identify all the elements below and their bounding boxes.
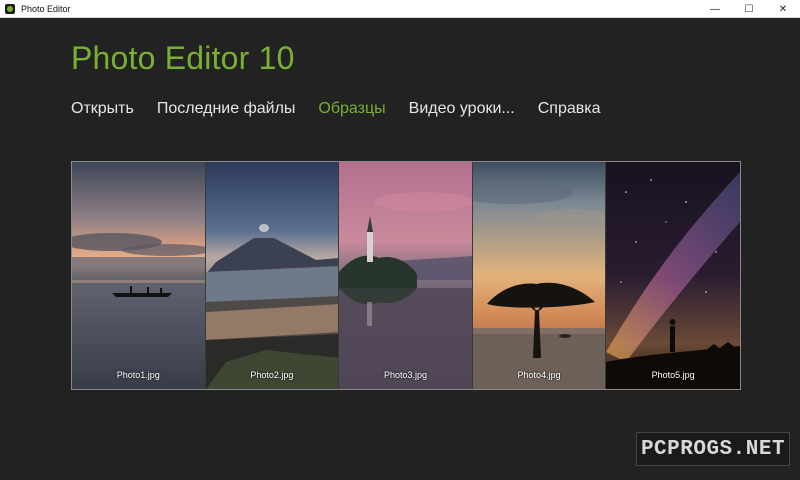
window-controls: — ☐ ✕	[698, 0, 800, 18]
app-heading: Photo Editor 10	[71, 40, 295, 76]
sample-gallery: Photo1.jpg Photo2.jpg Photo3.jpg Photo4.…	[71, 161, 741, 390]
watermark-badge: PCPROGS.NET	[636, 432, 790, 466]
maximize-button[interactable]: ☐	[732, 0, 766, 18]
minimize-button[interactable]: —	[698, 0, 732, 18]
photo-caption: Photo5.jpg	[651, 370, 695, 380]
sample-photo-3[interactable]: Photo3.jpg	[339, 162, 473, 389]
photo-savanna-tree	[472, 162, 606, 389]
sample-photo-2[interactable]: Photo2.jpg	[205, 162, 340, 389]
window-titlebar: Photo Editor — ☐ ✕	[0, 0, 800, 18]
nav-open[interactable]: Открыть	[71, 100, 134, 118]
nav-samples[interactable]: Образцы	[318, 100, 385, 118]
photo-milky-way	[606, 162, 740, 389]
photo-caption: Photo1.jpg	[116, 370, 160, 380]
nav-recent-files[interactable]: Последние файлы	[157, 100, 296, 118]
main-nav: Открыть Последние файлы Образцы Видео ур…	[71, 100, 624, 118]
close-button[interactable]: ✕	[766, 0, 800, 18]
sample-photo-1[interactable]: Photo1.jpg	[72, 162, 206, 389]
photo-lake-church	[339, 162, 472, 389]
nav-video-tutorials[interactable]: Видео уроки...	[409, 100, 515, 118]
photo-caption: Photo2.jpg	[250, 370, 294, 380]
photo-caption: Photo4.jpg	[517, 370, 561, 380]
photo-caption: Photo3.jpg	[383, 370, 427, 380]
sample-photo-4[interactable]: Photo4.jpg	[472, 162, 607, 389]
photo-volcano	[205, 162, 339, 389]
photo-lake-boat	[72, 162, 205, 389]
sample-photo-5[interactable]: Photo5.jpg	[606, 162, 740, 389]
nav-help[interactable]: Справка	[538, 100, 601, 118]
window-title: Photo Editor	[21, 3, 71, 14]
app-icon	[5, 3, 15, 14]
